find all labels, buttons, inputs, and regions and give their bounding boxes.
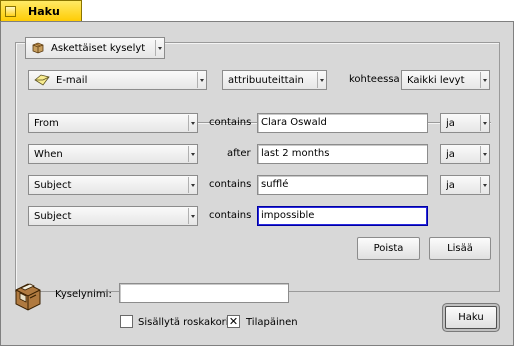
- include-trash-label[interactable]: Sisällytä roskakori: [138, 317, 229, 328]
- operator-label[interactable]: contains: [209, 179, 251, 190]
- value-field[interactable]: last 2 months: [257, 144, 428, 164]
- chevron-down-icon: [197, 72, 205, 88]
- chevron-down-icon: [480, 146, 488, 162]
- attribute-menu[interactable]: Subject: [28, 175, 198, 195]
- chevron-down-icon: [188, 208, 196, 224]
- conjunction-menu[interactable]: ja: [440, 144, 490, 164]
- conjunction-menu[interactable]: ja: [440, 113, 490, 133]
- file-cabinet-drawer-icon: [12, 280, 44, 315]
- operator-label[interactable]: contains: [209, 210, 251, 221]
- conjunction-value: ja: [446, 179, 455, 191]
- search-method-value: attribuuteittain: [228, 74, 304, 86]
- attribute-menu[interactable]: Subject: [28, 206, 198, 226]
- target-volume-value: Kaikki levyt: [407, 74, 465, 86]
- chevron-down-icon: [480, 72, 488, 88]
- close-icon[interactable]: [5, 6, 16, 17]
- attribute-menu[interactable]: When: [28, 144, 198, 164]
- chevron-down-icon: [188, 115, 196, 131]
- temporary-checkbox[interactable]: ✕: [227, 315, 240, 328]
- operator-label[interactable]: after: [227, 148, 251, 159]
- chevron-down-icon: [480, 177, 488, 193]
- recent-queries-label: Äskettäiset kyselyt: [51, 42, 146, 54]
- value-field[interactable]: sufflé: [257, 175, 428, 195]
- include-trash-checkbox[interactable]: [120, 315, 133, 328]
- search-type-menu[interactable]: E-mail: [28, 70, 207, 90]
- search-method-menu[interactable]: attribuuteittain: [222, 70, 327, 90]
- remove-button[interactable]: Poista: [357, 237, 420, 260]
- window-tab[interactable]: Haku: [0, 0, 82, 22]
- conjunction-menu[interactable]: ja: [440, 175, 490, 195]
- conjunction-value: ja: [446, 117, 455, 129]
- email-envelope-icon: [34, 74, 50, 86]
- query-package-icon: [31, 41, 45, 55]
- chevron-down-icon: [188, 146, 196, 162]
- query-name-label: Kyselynimi:: [55, 289, 112, 300]
- search-type-value: E-mail: [56, 74, 88, 86]
- attribute-value: From: [34, 117, 59, 129]
- chevron-down-icon: [480, 115, 488, 131]
- target-volume-menu[interactable]: Kaikki levyt: [401, 70, 490, 90]
- temporary-label[interactable]: Tilapäinen: [246, 317, 298, 328]
- conjunction-value: ja: [446, 148, 455, 160]
- attribute-value: Subject: [34, 210, 72, 222]
- chevron-down-icon: [155, 40, 163, 56]
- attribute-value: When: [34, 148, 63, 160]
- recent-queries-menu[interactable]: Äskettäiset kyselyt: [25, 37, 165, 59]
- attribute-value: Subject: [34, 179, 72, 191]
- chevron-down-icon: [317, 72, 325, 88]
- window-title: Haku: [28, 5, 60, 18]
- search-button[interactable]: Haku: [445, 306, 497, 329]
- query-name-field[interactable]: [119, 283, 289, 303]
- add-button[interactable]: Lisää: [429, 237, 491, 260]
- attribute-menu[interactable]: From: [28, 113, 198, 133]
- value-field[interactable]: Clara Oswald: [257, 113, 428, 133]
- find-window: Äskettäiset kyselyt E-mail attribuuteitt…: [0, 21, 514, 346]
- target-label: kohteessa: [349, 74, 400, 85]
- operator-label[interactable]: contains: [209, 117, 251, 128]
- value-field[interactable]: impossible: [257, 206, 428, 226]
- chevron-down-icon: [188, 177, 196, 193]
